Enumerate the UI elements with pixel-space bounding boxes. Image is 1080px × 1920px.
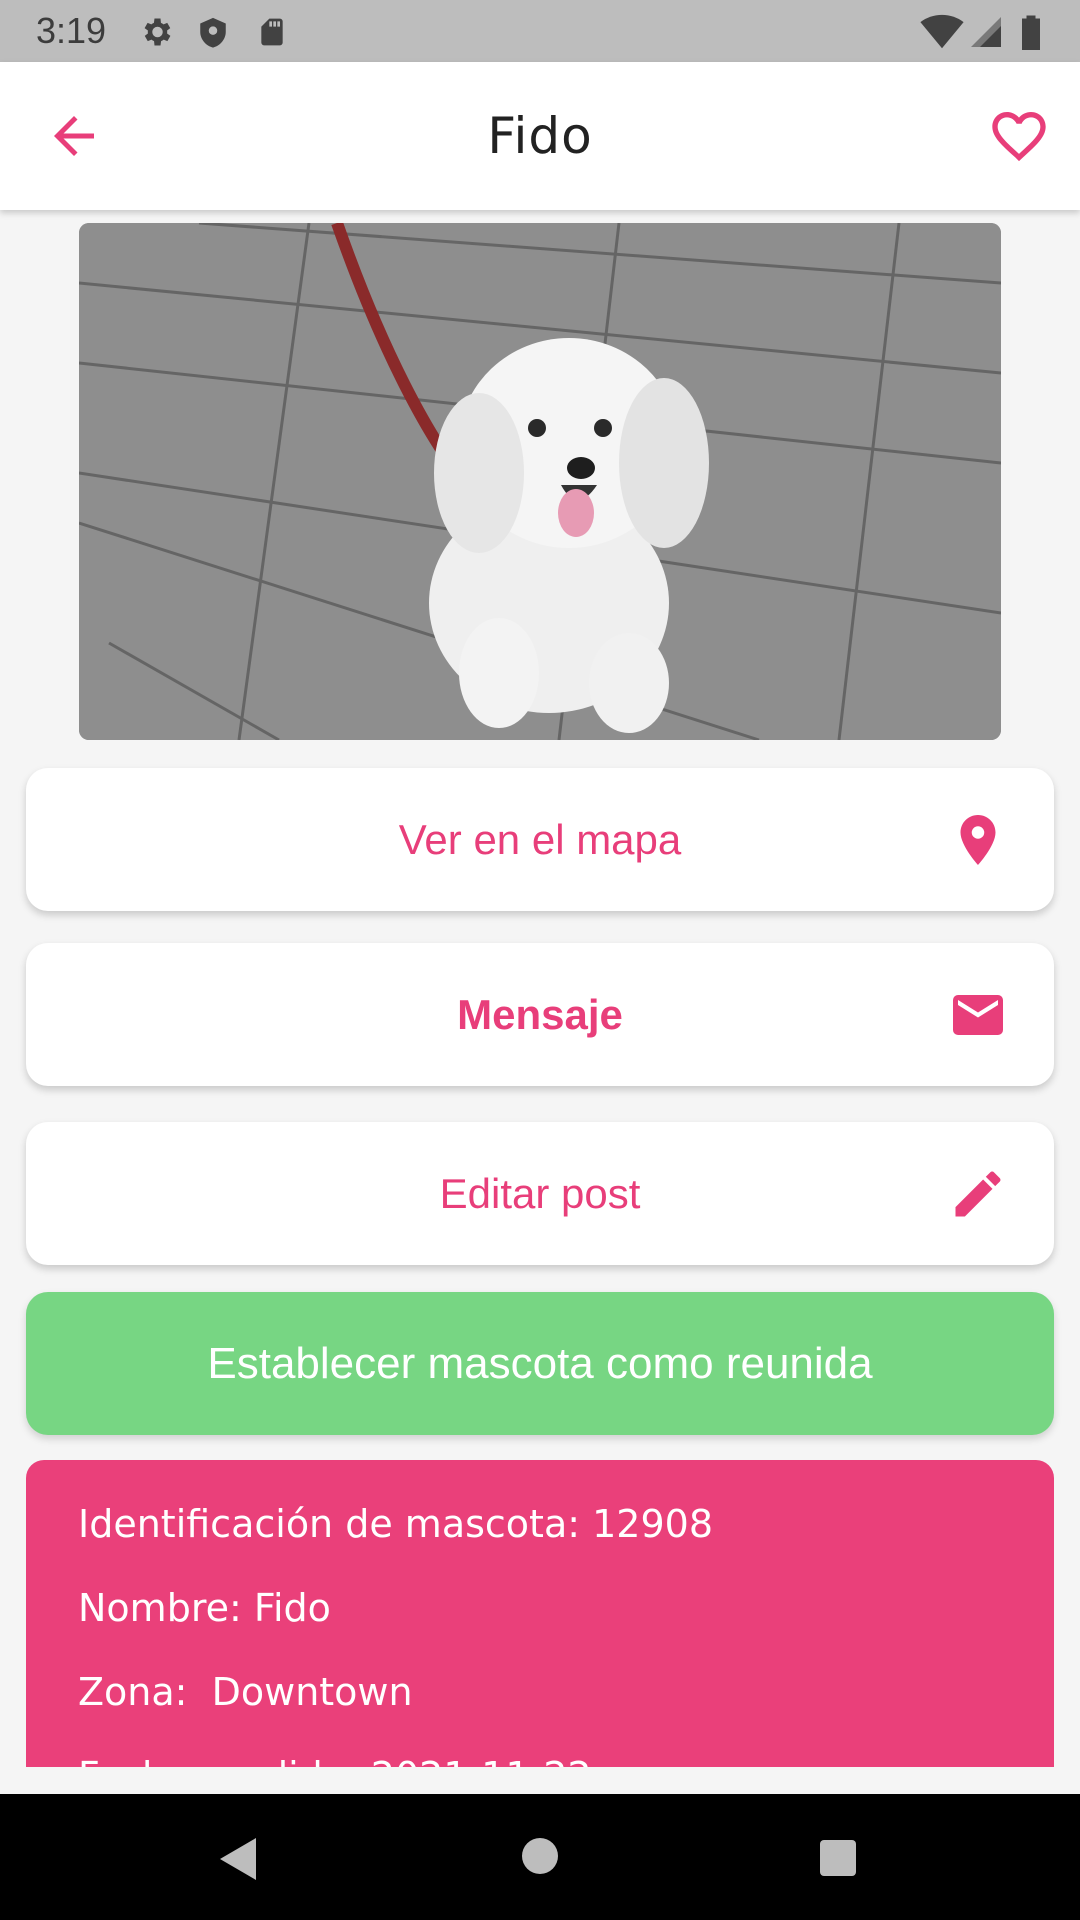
back-triangle-icon[interactable] bbox=[216, 1834, 260, 1884]
view-on-map-label: Ver en el mapa bbox=[398, 816, 682, 863]
view-on-map-button[interactable]: Ver en el mapa bbox=[26, 768, 1054, 911]
signal-icon bbox=[971, 17, 1001, 47]
recents-square-icon[interactable] bbox=[818, 1838, 858, 1878]
wifi-icon bbox=[920, 14, 964, 49]
mark-reunited-button[interactable]: Establecer mascota como reunida bbox=[26, 1292, 1054, 1435]
pet-photo bbox=[79, 223, 1001, 740]
edit-post-button[interactable]: Editar post bbox=[26, 1122, 1054, 1265]
pet-info-card: Identificación de mascota: 12908 Nombre:… bbox=[26, 1460, 1054, 1767]
battery-icon bbox=[1022, 15, 1040, 50]
status-time: 3:19 bbox=[36, 10, 107, 51]
pencil-icon bbox=[955, 1171, 1001, 1217]
pet-id-text: Identificación de mascota: 12908 bbox=[78, 1502, 713, 1546]
gear-icon bbox=[144, 18, 171, 46]
pet-zone-text: Zona: Downtown bbox=[78, 1670, 413, 1714]
heart-outline-icon[interactable] bbox=[986, 104, 1052, 168]
mail-icon bbox=[953, 995, 1003, 1035]
edit-post-label: Editar post bbox=[439, 1170, 641, 1217]
status-bar: 3:19 bbox=[0, 0, 1080, 62]
dog-photo-illustration bbox=[79, 223, 1001, 740]
app-bar: Fido bbox=[0, 62, 1080, 210]
home-circle-icon[interactable] bbox=[520, 1836, 560, 1876]
shield-icon bbox=[200, 17, 226, 48]
system-nav-bar bbox=[0, 1794, 1080, 1920]
message-button[interactable]: Mensaje bbox=[26, 943, 1054, 1086]
mark-reunited-label: Establecer mascota como reunida bbox=[207, 1339, 873, 1388]
sd-card-icon bbox=[261, 18, 283, 46]
page-title: Fido bbox=[487, 107, 593, 165]
pet-lost-date-text: Fecha perdido: 2021-11-22 bbox=[78, 1752, 592, 1767]
message-label: Mensaje bbox=[457, 991, 623, 1038]
location-pin-icon bbox=[960, 815, 996, 865]
pet-name-text: Nombre: Fido bbox=[78, 1586, 331, 1630]
